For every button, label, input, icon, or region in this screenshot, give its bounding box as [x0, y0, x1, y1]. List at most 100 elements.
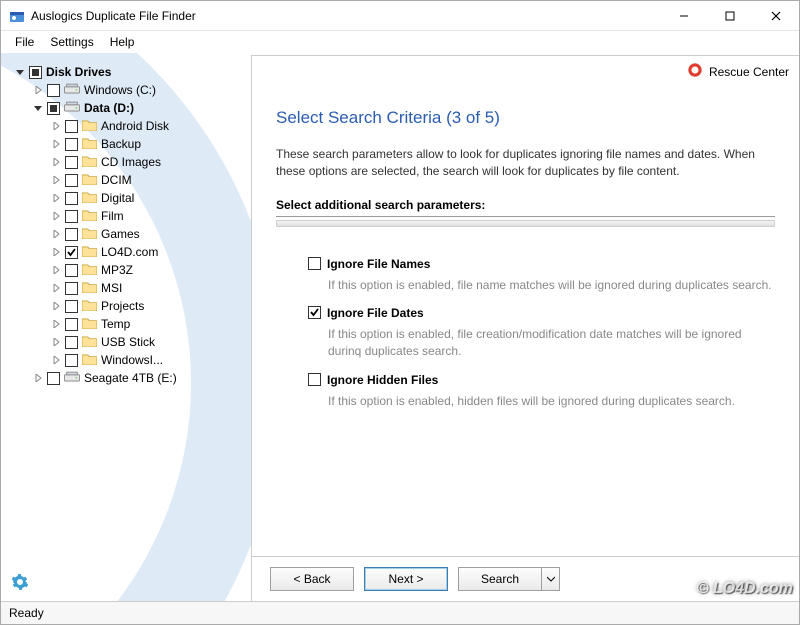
- tree-folder[interactable]: USB Stick: [5, 333, 245, 351]
- expand-toggle[interactable]: [51, 319, 61, 329]
- chevron-down-icon: [547, 575, 555, 583]
- tree-checkbox[interactable]: [65, 138, 78, 151]
- tree-checkbox[interactable]: [47, 372, 60, 385]
- tree-folder[interactable]: WindowsI...: [5, 351, 245, 369]
- option-label[interactable]: Ignore File Dates: [327, 306, 424, 320]
- expand-toggle[interactable]: [51, 355, 61, 365]
- tree-checkbox[interactable]: [65, 264, 78, 277]
- menu-file[interactable]: File: [7, 33, 42, 51]
- tree-folder[interactable]: Digital: [5, 189, 245, 207]
- tree-drive[interactable]: Data (D:): [5, 99, 245, 117]
- page-description: These search parameters allow to look fo…: [276, 146, 775, 180]
- tree-checkbox[interactable]: [65, 174, 78, 187]
- tree-label: DCIM: [101, 173, 132, 187]
- tree-checkbox[interactable]: [65, 228, 78, 241]
- tree-folder[interactable]: MSI: [5, 279, 245, 297]
- expand-toggle[interactable]: [51, 193, 61, 203]
- search-button[interactable]: Search: [458, 567, 542, 591]
- params-label: Select additional search parameters:: [276, 198, 775, 212]
- expand-toggle[interactable]: [51, 121, 61, 131]
- tree-drive[interactable]: Seagate 4TB (E:): [5, 369, 245, 387]
- expand-toggle[interactable]: [15, 67, 25, 77]
- gear-icon: [11, 573, 29, 591]
- item-icon: [82, 335, 97, 350]
- option-checkbox[interactable]: [308, 257, 321, 270]
- tree-checkbox[interactable]: [65, 282, 78, 295]
- option-label[interactable]: Ignore File Names: [327, 257, 430, 271]
- option-description: If this option is enabled, file creation…: [328, 326, 775, 361]
- item-icon: [82, 119, 97, 134]
- tree-checkbox[interactable]: [65, 120, 78, 133]
- expand-toggle[interactable]: [51, 247, 61, 257]
- tree-checkbox[interactable]: [65, 192, 78, 205]
- expand-toggle[interactable]: [51, 157, 61, 167]
- status-text: Ready: [9, 606, 44, 620]
- expand-toggle[interactable]: [51, 283, 61, 293]
- tree-label: Android Disk: [101, 119, 169, 133]
- expand-toggle[interactable]: [51, 301, 61, 311]
- tree-checkbox[interactable]: [65, 246, 78, 259]
- status-bar: Ready: [1, 601, 799, 624]
- back-button[interactable]: < Back: [270, 567, 354, 591]
- tree-checkbox[interactable]: [47, 102, 60, 115]
- expand-toggle[interactable]: [51, 211, 61, 221]
- maximize-button[interactable]: [707, 1, 753, 31]
- rescue-center-link[interactable]: Rescue Center: [687, 62, 789, 81]
- expand-toggle[interactable]: [51, 175, 61, 185]
- tree-folder[interactable]: DCIM: [5, 171, 245, 189]
- expand-toggle[interactable]: [51, 265, 61, 275]
- tree-checkbox[interactable]: [65, 156, 78, 169]
- tree-checkbox[interactable]: [65, 210, 78, 223]
- expand-toggle[interactable]: [51, 139, 61, 149]
- folder-tree[interactable]: Disk Drives Windows (C:)Data (D:) Android …: [1, 53, 251, 601]
- tree-folder[interactable]: Games: [5, 225, 245, 243]
- tree-label: Disk Drives: [46, 65, 111, 79]
- expand-toggle[interactable]: [33, 373, 43, 383]
- tree-folder[interactable]: Film: [5, 207, 245, 225]
- expand-toggle[interactable]: [51, 337, 61, 347]
- tree-root-disk-drives[interactable]: Disk Drives: [5, 63, 245, 81]
- tree-label: MSI: [101, 281, 122, 295]
- page-title: Select Search Criteria (3 of 5): [276, 108, 775, 128]
- tree-folder[interactable]: CD Images: [5, 153, 245, 171]
- search-dropdown-button[interactable]: [542, 567, 560, 591]
- tree-checkbox[interactable]: [65, 300, 78, 313]
- tree-checkbox[interactable]: [65, 336, 78, 349]
- tree-checkbox[interactable]: [65, 318, 78, 331]
- expand-toggle[interactable]: [33, 85, 43, 95]
- search-option: Ignore File Dates If this option is enabl…: [308, 306, 775, 361]
- tree-checkbox[interactable]: [47, 84, 60, 97]
- tree-checkbox[interactable]: [29, 66, 42, 79]
- item-icon: [64, 83, 80, 98]
- item-icon: [82, 299, 97, 314]
- tree-folder[interactable]: Backup: [5, 135, 245, 153]
- rescue-icon: [687, 62, 703, 81]
- tree-drive[interactable]: Windows (C:): [5, 81, 245, 99]
- item-icon: [82, 173, 97, 188]
- menu-settings[interactable]: Settings: [42, 33, 101, 51]
- close-button[interactable]: [753, 1, 799, 31]
- tree-checkbox[interactable]: [65, 354, 78, 367]
- title-bar: Auslogics Duplicate File Finder: [1, 1, 799, 31]
- tree-folder[interactable]: Android Disk: [5, 117, 245, 135]
- tree-folder[interactable]: LO4D.com: [5, 243, 245, 261]
- option-checkbox[interactable]: [308, 306, 321, 319]
- menu-help[interactable]: Help: [102, 33, 143, 51]
- expand-toggle[interactable]: [51, 229, 61, 239]
- tree-folder[interactable]: Temp: [5, 315, 245, 333]
- expand-toggle[interactable]: [33, 103, 43, 113]
- option-checkbox[interactable]: [308, 373, 321, 386]
- tree-folder[interactable]: MP3Z: [5, 261, 245, 279]
- window-title: Auslogics Duplicate File Finder: [31, 9, 196, 23]
- next-button[interactable]: Next >: [364, 567, 448, 591]
- item-icon: [82, 317, 97, 332]
- minimize-button[interactable]: [661, 1, 707, 31]
- tree-label: Projects: [101, 299, 144, 313]
- item-icon: [82, 353, 97, 368]
- item-icon: [82, 137, 97, 152]
- tree-label: LO4D.com: [101, 245, 158, 259]
- item-icon: [82, 155, 97, 170]
- settings-gear-button[interactable]: [11, 573, 29, 594]
- option-label[interactable]: Ignore Hidden Files: [327, 373, 438, 387]
- tree-folder[interactable]: Projects: [5, 297, 245, 315]
